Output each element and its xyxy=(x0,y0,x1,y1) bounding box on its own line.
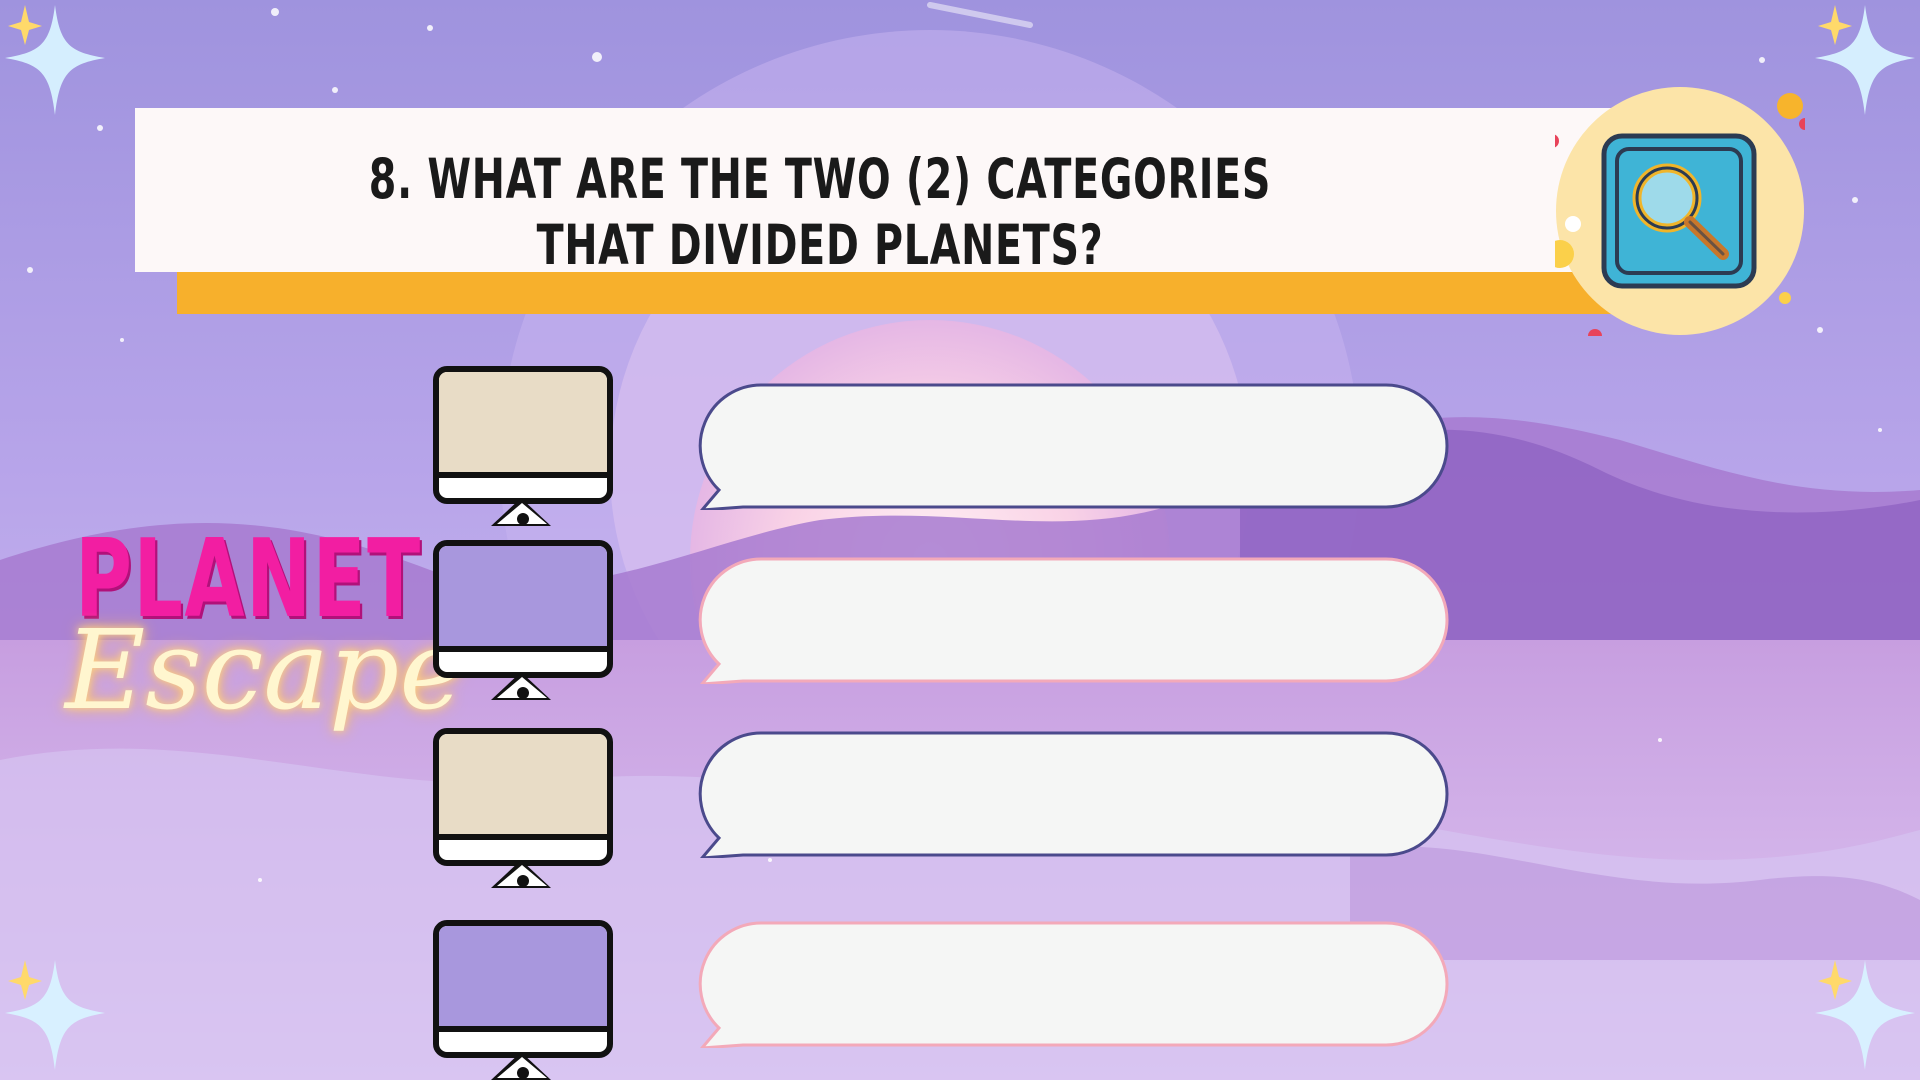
planet-escape-logo: PLANET Escape xyxy=(60,525,464,805)
logo-script: Escape xyxy=(65,606,465,734)
sparkle-icon xyxy=(1810,955,1920,1075)
magnifying-glass-icon xyxy=(1545,86,1811,343)
computer-icon xyxy=(433,920,615,1080)
sparkle-icon xyxy=(0,955,110,1075)
computer-icon xyxy=(433,728,615,888)
title-accent-bar xyxy=(177,272,1617,314)
question-title: 8. What are the two (2) categories that … xyxy=(368,147,1272,277)
monitor-screen xyxy=(439,372,607,472)
sparkle-icon xyxy=(1810,0,1920,120)
sparkle-icon xyxy=(0,0,110,120)
answer-box-4[interactable] xyxy=(697,920,1450,1050)
monitor-screen xyxy=(439,926,607,1026)
computer-icon xyxy=(433,366,615,526)
answer-box-3[interactable] xyxy=(697,730,1450,860)
monitor-screen xyxy=(439,734,607,834)
computer-icon xyxy=(433,540,615,700)
monitor-screen xyxy=(439,546,607,646)
answer-box-2[interactable] xyxy=(697,556,1450,686)
answer-box-1[interactable] xyxy=(697,382,1450,512)
